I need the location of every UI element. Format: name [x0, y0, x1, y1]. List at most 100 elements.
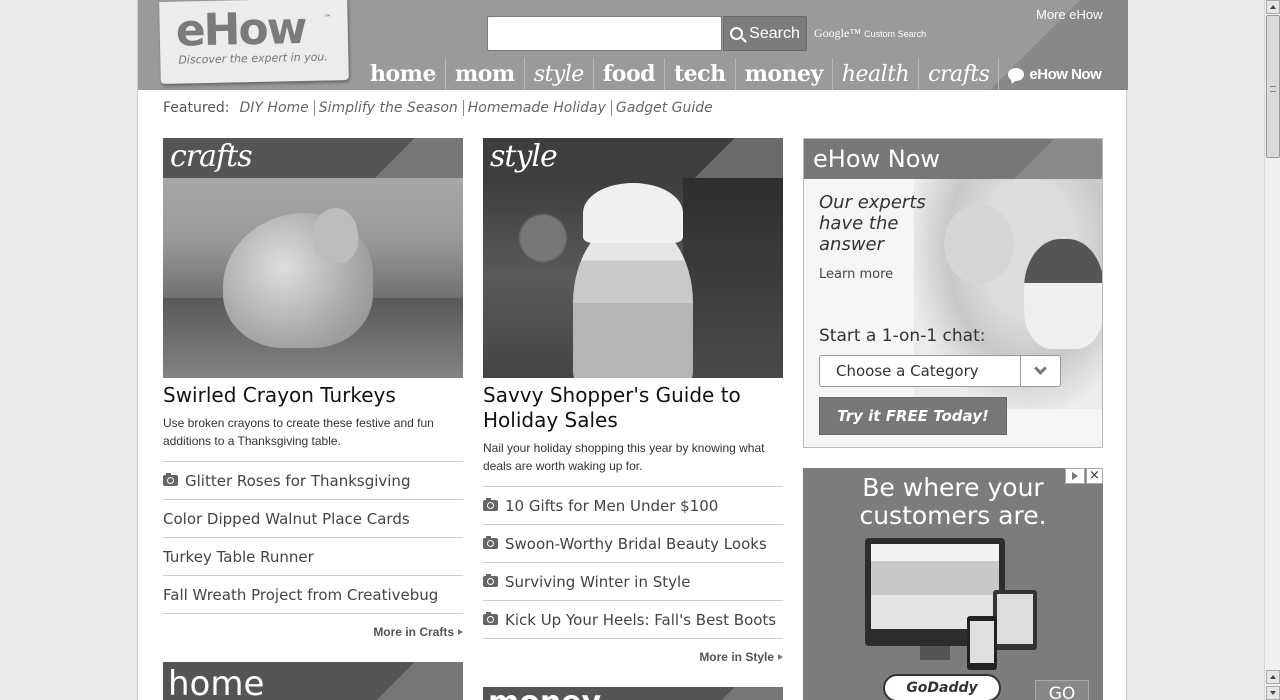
nav-health[interactable]: health	[833, 58, 920, 90]
search-button-label: Search	[749, 24, 800, 42]
list-item[interactable]: Turkey Table Runner	[163, 538, 463, 576]
list-item[interactable]: Swoon-Worthy Bridal Beauty Looks	[483, 525, 783, 563]
godaddy-ad[interactable]: × Be where your customers are. GoDaddy G…	[803, 468, 1103, 700]
camera-icon	[483, 498, 498, 511]
search-icon	[730, 27, 744, 40]
image-turkey-head	[313, 208, 358, 263]
style-banner[interactable]: style	[483, 138, 783, 178]
crafts-hero-image[interactable]	[163, 178, 463, 378]
list-item-label: Surviving Winter in Style	[505, 572, 691, 591]
ad-go-button[interactable]: GO	[1035, 680, 1089, 700]
list-item-label: Turkey Table Runner	[163, 547, 314, 566]
logo-word: eHow	[175, 2, 306, 57]
banner-corner-decoration	[663, 138, 783, 178]
featured-link-gadget-guide[interactable]: Gadget Guide	[616, 100, 718, 116]
ehow-now-tagline: Our experts have the answer	[819, 192, 926, 255]
more-in-crafts-link[interactable]: More in Crafts	[163, 625, 463, 639]
list-item-label: Swoon-Worthy Bridal Beauty Looks	[505, 534, 767, 553]
image-christmas-tree	[683, 178, 783, 378]
category-select-value: Choose a Category	[836, 362, 979, 380]
list-item[interactable]: Color Dipped Walnut Place Cards	[163, 500, 463, 538]
featured-label: Featured:	[163, 100, 230, 116]
category-nav: home mom style food tech money health cr…	[361, 58, 1110, 90]
list-item-label: 10 Gifts for Men Under $100	[505, 496, 719, 515]
image-vet	[944, 204, 1014, 284]
featured-bar: Featured: DIY Home Simplify the Season H…	[163, 100, 722, 116]
image-tablet	[993, 590, 1037, 650]
crafts-article-description: Use broken crayons to create these festi…	[163, 414, 463, 462]
money-section-banner[interactable]: money	[483, 687, 783, 700]
nav-food[interactable]: food	[594, 58, 666, 90]
crafts-article-title[interactable]: Swirled Crayon Turkeys	[163, 383, 463, 408]
scroll-up-button[interactable]	[1266, 0, 1280, 14]
style-hero-image[interactable]	[483, 178, 783, 378]
nav-ehow-now-label: eHow Now	[1029, 65, 1102, 83]
ad-brand-logo: GoDaddy	[883, 674, 1001, 700]
style-banner-title: style	[490, 139, 558, 174]
home-section-banner[interactable]: home	[163, 662, 463, 700]
page: eHow ™ Discover the expert in you. Searc…	[137, 0, 1128, 700]
nav-mom[interactable]: mom	[446, 58, 525, 90]
nav-ehow-now[interactable]: eHow Now	[999, 58, 1110, 90]
ehow-now-banner-title: eHow Now	[813, 145, 941, 173]
banner-corner-decoration	[343, 138, 463, 178]
ehow-now-panel: eHow Now Our experts have the answer Lea…	[803, 138, 1103, 448]
nav-tech[interactable]: tech	[665, 58, 736, 90]
try-free-button[interactable]: Try it FREE Today!	[819, 397, 1007, 435]
home-banner-title: home	[168, 664, 265, 700]
arrow-right-icon	[458, 629, 463, 635]
scrollbar-thumb[interactable]	[1266, 15, 1280, 158]
list-item[interactable]: 10 Gifts for Men Under $100	[483, 487, 783, 525]
money-banner-title: money	[488, 687, 601, 700]
list-item-label: Color Dipped Walnut Place Cards	[163, 509, 410, 528]
image-knit-hat	[583, 183, 683, 243]
camera-icon	[483, 612, 498, 625]
featured-link-diy-home[interactable]: DIY Home	[240, 100, 315, 116]
logo-tagline: Discover the expert in you.	[178, 50, 328, 67]
style-section: style Savvy Shopper's Guide to Holiday S…	[483, 138, 783, 664]
category-select[interactable]: Choose a Category	[819, 355, 1061, 387]
google-custom-search-label: Google™ Custom Search	[814, 26, 926, 41]
list-item-label: Kick Up Your Heels: Fall's Best Boots	[505, 610, 777, 629]
featured-link-simplify-season[interactable]: Simplify the Season	[319, 100, 464, 116]
google-brand: Google™	[814, 26, 862, 40]
nav-style[interactable]: style	[525, 58, 594, 90]
learn-more-link[interactable]: Learn more	[819, 267, 893, 282]
list-item[interactable]: Glitter Roses for Thanksgiving	[163, 462, 463, 500]
ehow-logo[interactable]: eHow ™ Discover the expert in you.	[159, 0, 349, 84]
banner-corner-decoration	[982, 139, 1102, 179]
google-custom-text: Custom Search	[864, 29, 927, 39]
nav-home[interactable]: home	[361, 58, 446, 90]
banner-corner-decoration	[663, 687, 783, 700]
more-in-style-label: More in Style	[699, 650, 774, 664]
crafts-banner[interactable]: crafts	[163, 138, 463, 178]
camera-icon	[483, 536, 498, 549]
style-related-list: 10 Gifts for Men Under $100 Swoon-Worthy…	[483, 487, 783, 639]
more-in-crafts-label: More in Crafts	[373, 625, 454, 639]
nav-money[interactable]: money	[736, 58, 833, 90]
featured-link-homemade-holiday[interactable]: Homemade Holiday	[468, 100, 612, 116]
list-item[interactable]: Kick Up Your Heels: Fall's Best Boots	[483, 601, 783, 639]
logo-trademark: ™	[323, 13, 332, 23]
camera-icon	[163, 473, 178, 486]
ehow-now-banner[interactable]: eHow Now	[804, 139, 1102, 179]
more-ehow-link[interactable]: More eHow	[1036, 7, 1102, 22]
chat-label: Start a 1-on-1 chat:	[819, 326, 986, 346]
scroll-down-button[interactable]	[1266, 686, 1280, 700]
ad-headline: Be where your customers are.	[859, 473, 1047, 530]
arrow-right-icon	[778, 654, 783, 660]
list-item[interactable]: Fall Wreath Project from Creativebug	[163, 576, 463, 614]
style-article-description: Nail your holiday shopping this year by …	[483, 439, 783, 487]
nav-crafts[interactable]: crafts	[919, 58, 1000, 90]
image-beagle	[1024, 239, 1102, 349]
chevron-down-icon[interactable]	[1020, 356, 1060, 386]
style-article-title[interactable]: Savvy Shopper's Guide to Holiday Sales	[483, 383, 783, 433]
list-item-label: Fall Wreath Project from Creativebug	[163, 585, 439, 604]
search-button[interactable]: Search	[723, 16, 807, 51]
scroll-up-bottom-button[interactable]	[1266, 670, 1280, 684]
vertical-scrollbar[interactable]	[1264, 0, 1280, 700]
banner-corner-decoration	[343, 662, 463, 700]
list-item[interactable]: Surviving Winter in Style	[483, 563, 783, 601]
search-input[interactable]	[487, 16, 722, 51]
more-in-style-link[interactable]: More in Style	[483, 650, 783, 664]
